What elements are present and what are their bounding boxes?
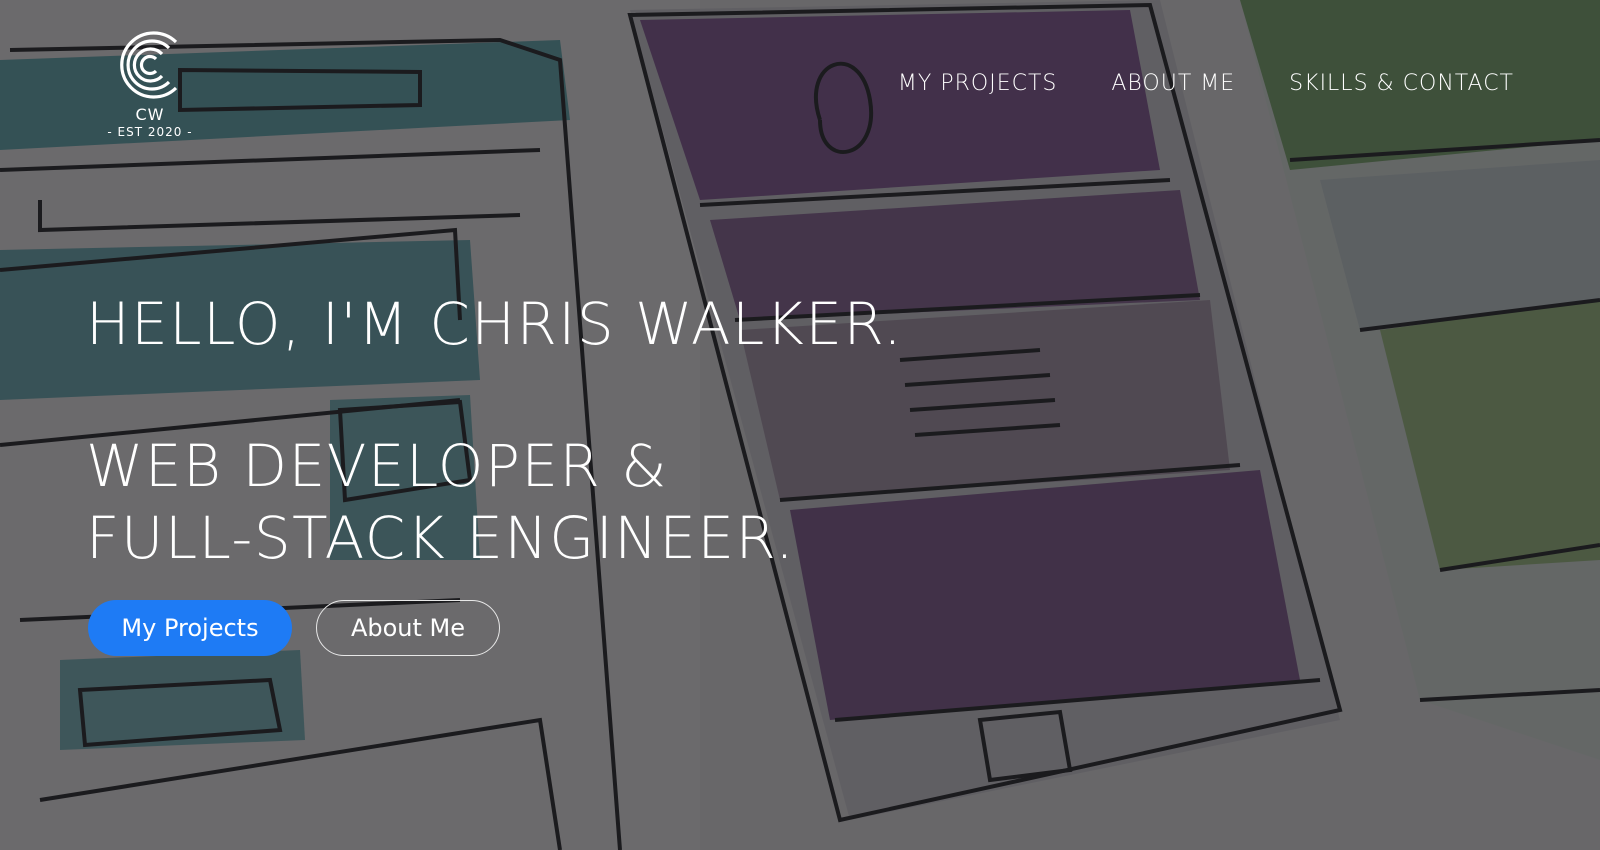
nav-my-projects[interactable]: MY PROJECTS: [898, 70, 1057, 98]
nav-about-me[interactable]: ABOUT ME: [1111, 70, 1235, 98]
site-logo[interactable]: CW - EST 2020 -: [100, 26, 200, 151]
hero-section: CW - EST 2020 - MY PROJECTS ABOUT ME SKI…: [0, 0, 1600, 850]
logo-established: - EST 2020 -: [107, 125, 193, 139]
nav-skills-contact[interactable]: SKILLS & CONTACT: [1289, 70, 1514, 98]
about-me-button[interactable]: About Me: [316, 600, 500, 656]
logo-c-icon: [120, 31, 178, 99]
hero-greeting: HELLO, I'M CHRIS WALKER.: [86, 290, 904, 358]
main-nav: MY PROJECTS ABOUT ME SKILLS & CONTACT: [898, 70, 1514, 98]
dark-overlay: [0, 0, 1600, 850]
logo-initials: CW: [135, 105, 165, 124]
my-projects-button[interactable]: My Projects: [88, 600, 292, 656]
hero-role-line-2: FULL-STACK ENGINEER.: [86, 504, 796, 572]
hero-role-line-1: WEB DEVELOPER &: [86, 432, 669, 500]
